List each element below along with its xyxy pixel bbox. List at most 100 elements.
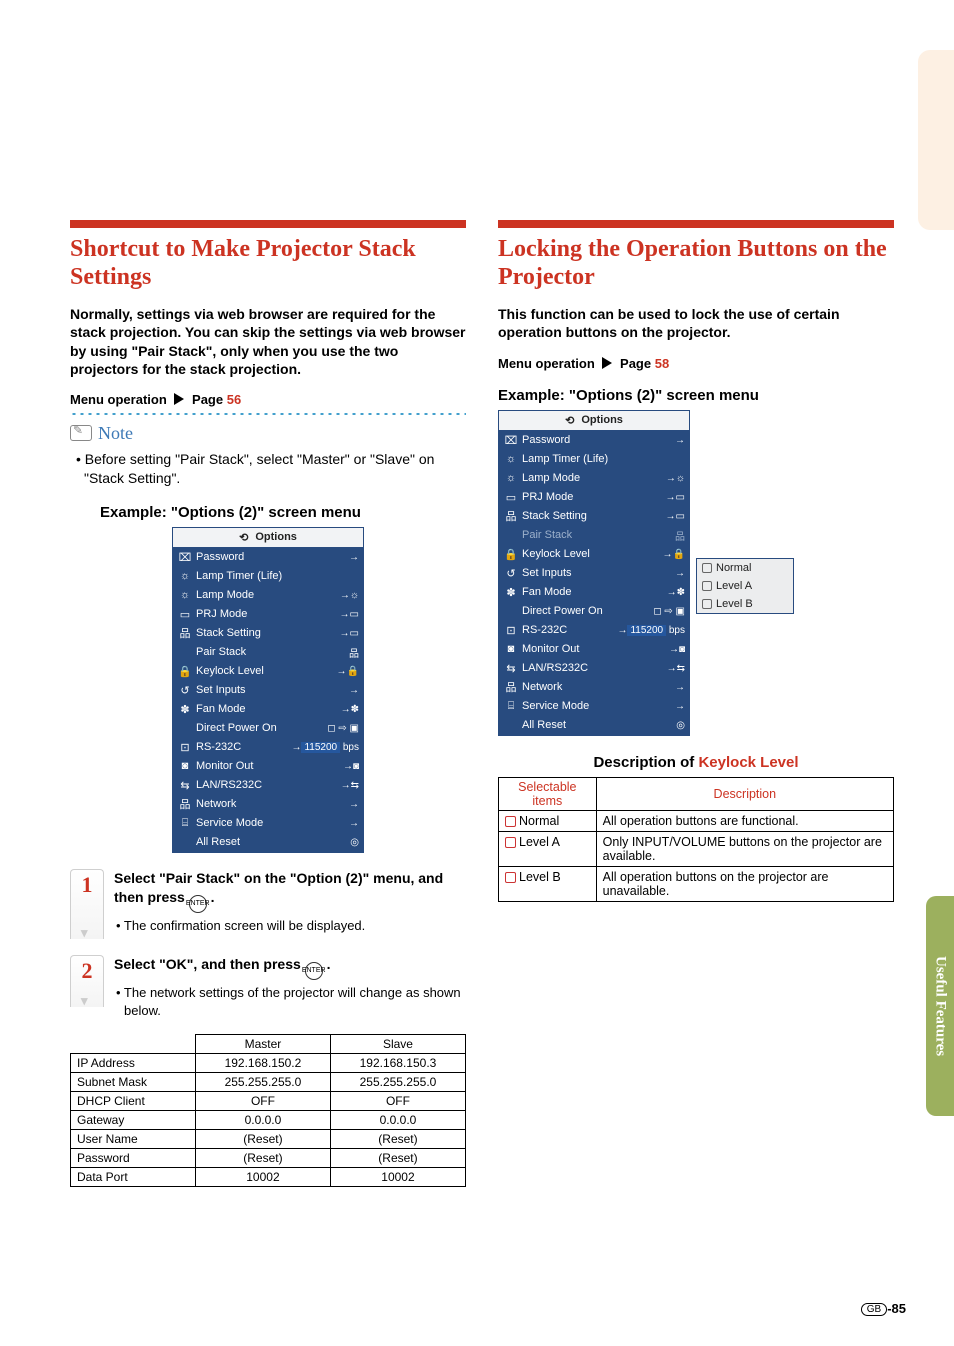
options-menu: ⟲ Options ⌧ Password → ☼ Lamp Timer (Lif… bbox=[498, 410, 690, 736]
menu-item-label: Stack Setting bbox=[522, 510, 666, 522]
table-cell: Level B bbox=[499, 866, 597, 901]
menu-item-icon: ↺ bbox=[503, 567, 519, 580]
example-heading: Example: "Options (2)" screen menu bbox=[498, 387, 894, 404]
table-cell: Gateway bbox=[71, 1111, 196, 1130]
side-tab-label: Useful Features bbox=[932, 956, 949, 1056]
menu-item: ☼ Lamp Timer (Life) bbox=[173, 567, 363, 586]
menu-item-label: Password bbox=[196, 551, 349, 563]
page-content: Shortcut to Make Projector Stack Setting… bbox=[0, 0, 954, 1237]
table-cell: (Reset) bbox=[330, 1130, 465, 1149]
table-cell: OFF bbox=[195, 1092, 330, 1111]
menu-item-label: Direct Power On bbox=[522, 605, 653, 617]
lock-icon bbox=[702, 563, 712, 573]
menu-item-icon: ▭ bbox=[503, 491, 519, 504]
table-row: NormalAll operation buttons are function… bbox=[499, 810, 894, 831]
step-sub: • The confirmation screen will be displa… bbox=[124, 917, 466, 935]
menu-item-icon: ↺ bbox=[177, 684, 193, 697]
submenu-label: Level B bbox=[716, 598, 753, 610]
table-cell: IP Address bbox=[71, 1054, 196, 1073]
step-2: 2 Select "OK", and then press ENTER . • … bbox=[70, 955, 466, 1020]
table-header bbox=[71, 1035, 196, 1054]
table-row: IP Address192.168.150.2192.168.150.3 bbox=[71, 1054, 466, 1073]
table-row: User Name(Reset)(Reset) bbox=[71, 1130, 466, 1149]
menu-item-tail: →▭ bbox=[340, 609, 359, 620]
menu-item: 品 Network → bbox=[499, 678, 689, 697]
note-body: • Before setting "Pair Stack", select "M… bbox=[84, 450, 466, 488]
table-row: DHCP ClientOFFOFF bbox=[71, 1092, 466, 1111]
enter-button-icon: ENTER bbox=[305, 962, 323, 980]
menu-item: All Reset ◎ bbox=[173, 833, 363, 852]
menu-item-label: Keylock Level bbox=[522, 548, 663, 560]
menu-item-label: LAN/RS232C bbox=[196, 779, 341, 791]
table-cell: Normal bbox=[499, 810, 597, 831]
menu-item-icon: 🔒 bbox=[177, 665, 193, 678]
menu-item: Direct Power On ◻ ⇨ ▣ bbox=[499, 602, 689, 621]
menu-item-tail: →115200 bps bbox=[291, 742, 359, 753]
side-tab: Useful Features bbox=[926, 896, 954, 1116]
table-header: Master bbox=[195, 1035, 330, 1054]
menu-item-tail: →🔒 bbox=[337, 666, 359, 677]
menu-item-tail: →◙ bbox=[669, 644, 685, 655]
menu-item-label: Monitor Out bbox=[522, 643, 669, 655]
menu-item-tail: → bbox=[349, 552, 359, 563]
menu-item: 🔒 Keylock Level →🔒 bbox=[173, 662, 363, 681]
intro-text: This function can be used to lock the us… bbox=[498, 305, 894, 341]
page-gb-badge: GB bbox=[861, 1303, 887, 1316]
menu-item-icon: ✽ bbox=[503, 586, 519, 599]
menu-item: ⊡ RS-232C →115200 bps bbox=[173, 738, 363, 757]
menu-item-tail: → bbox=[675, 435, 685, 446]
menu-item-label: Monitor Out bbox=[196, 760, 343, 772]
menu-op-label: Menu operation bbox=[70, 392, 167, 407]
table-cell: DHCP Client bbox=[71, 1092, 196, 1111]
page-link[interactable]: 58 bbox=[655, 356, 669, 371]
menu-item-label: RS-232C bbox=[522, 624, 617, 636]
menu-item-label: PRJ Mode bbox=[522, 491, 666, 503]
table-header: Slave bbox=[330, 1035, 465, 1054]
menu-item: Direct Power On ◻ ⇨ ▣ bbox=[173, 719, 363, 738]
submenu-label: Level A bbox=[716, 580, 752, 592]
menu-item-label: Pair Stack bbox=[522, 529, 675, 541]
menu-item-icon: 🔒 bbox=[503, 548, 519, 561]
menu-item-icon: ⌸ bbox=[177, 817, 193, 830]
step-number: 2 bbox=[70, 955, 104, 1007]
page-link[interactable]: 56 bbox=[227, 392, 241, 407]
menu-screenshot-with-submenu: ⟲ Options ⌧ Password → ☼ Lamp Timer (Lif… bbox=[498, 410, 894, 736]
menu-item-tail: → bbox=[675, 701, 685, 712]
menu-title: ⟲ Options bbox=[499, 411, 689, 431]
menu-item-label: Network bbox=[522, 681, 675, 693]
page-prefix: Page bbox=[192, 392, 227, 407]
menu-operation-line: Menu operation Page 58 bbox=[498, 356, 894, 371]
lock-icon bbox=[702, 581, 712, 591]
section-bar bbox=[498, 220, 894, 228]
menu-item: ✽ Fan Mode →✽ bbox=[173, 700, 363, 719]
submenu-item: Level A bbox=[697, 577, 793, 595]
lock-icon bbox=[505, 872, 516, 883]
menu-item-tail: ◎ bbox=[350, 837, 359, 848]
menu-item-tail: 品 bbox=[675, 528, 685, 543]
menu-screenshot: ⟲ Options ⌧ Password → ☼ Lamp Timer (Lif… bbox=[70, 527, 466, 853]
menu-item-label: Fan Mode bbox=[522, 586, 667, 598]
menu-item-tail: ◻ ⇨ ▣ bbox=[327, 723, 359, 734]
network-settings-table: MasterSlaveIP Address192.168.150.2192.16… bbox=[70, 1034, 466, 1187]
menu-item-tail: →✽ bbox=[341, 704, 359, 715]
table-cell: 0.0.0.0 bbox=[195, 1111, 330, 1130]
menu-item-label: Set Inputs bbox=[196, 684, 349, 696]
menu-item: ⇆ LAN/RS232C →⇆ bbox=[173, 776, 363, 795]
section-title: Shortcut to Make Projector Stack Setting… bbox=[70, 236, 466, 291]
note-label: Note bbox=[98, 423, 133, 444]
menu-item-label: Lamp Mode bbox=[196, 589, 340, 601]
menu-item-tail: →115200 bps bbox=[617, 625, 685, 636]
description-title: Description of Keylock Level bbox=[498, 754, 894, 771]
menu-item: ▭ PRJ Mode →▭ bbox=[173, 605, 363, 624]
menu-item-tail: →▭ bbox=[340, 628, 359, 639]
desc-link[interactable]: Keylock Level bbox=[698, 754, 798, 771]
menu-item: ☼ Lamp Timer (Life) bbox=[499, 450, 689, 469]
table-cell: Only INPUT/VOLUME buttons on the project… bbox=[596, 831, 893, 866]
menu-item-label: Set Inputs bbox=[522, 567, 675, 579]
menu-item-label: Stack Setting bbox=[196, 627, 340, 639]
lock-icon bbox=[702, 599, 712, 609]
menu-item: Pair Stack 品 bbox=[173, 643, 363, 662]
keylock-submenu: NormalLevel ALevel B bbox=[696, 558, 794, 614]
menu-item-label: Network bbox=[196, 798, 349, 810]
menu-item-icon: ⌧ bbox=[177, 551, 193, 564]
